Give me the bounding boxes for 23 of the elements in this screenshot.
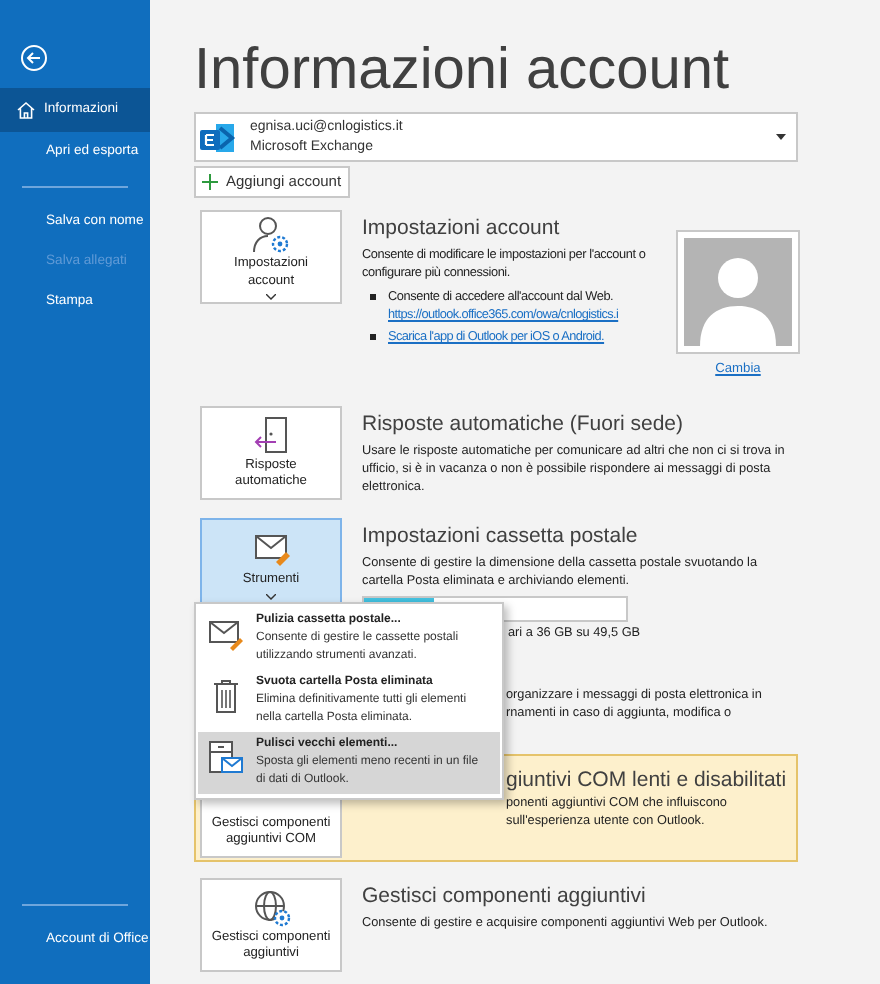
exchange-logo-icon — [200, 121, 236, 153]
avatar-silhouette — [684, 238, 792, 346]
section-heading: Gestisci componenti aggiuntivi — [362, 882, 648, 910]
person-gear-icon — [251, 214, 291, 254]
trash-bin-icon — [208, 678, 244, 714]
section-heading: Impostazioni cassetta postale — [362, 522, 640, 550]
bullet-icon — [370, 294, 376, 300]
back-icon[interactable] — [20, 44, 48, 72]
chevron-icon — [266, 593, 276, 600]
home-icon — [16, 100, 36, 120]
archive-envelope-icon — [208, 740, 244, 776]
envelope-tools-icon — [251, 530, 291, 571]
plus-icon — [202, 174, 218, 190]
globe-gear-icon — [251, 887, 291, 927]
door-arrow-icon — [251, 415, 291, 455]
section-heading: Impostazioni account — [362, 214, 562, 242]
section-heading: Risposte automatiche (Fuori sede) — [362, 410, 685, 438]
caret-icon — [776, 134, 786, 140]
envelope-broom-icon — [208, 616, 244, 652]
chevron-icon — [266, 294, 276, 300]
page-title: Informazioni account — [194, 40, 732, 100]
section-heading: giuntivi COM lenti e disabilitati — [506, 766, 787, 794]
bullet-icon — [370, 334, 376, 340]
